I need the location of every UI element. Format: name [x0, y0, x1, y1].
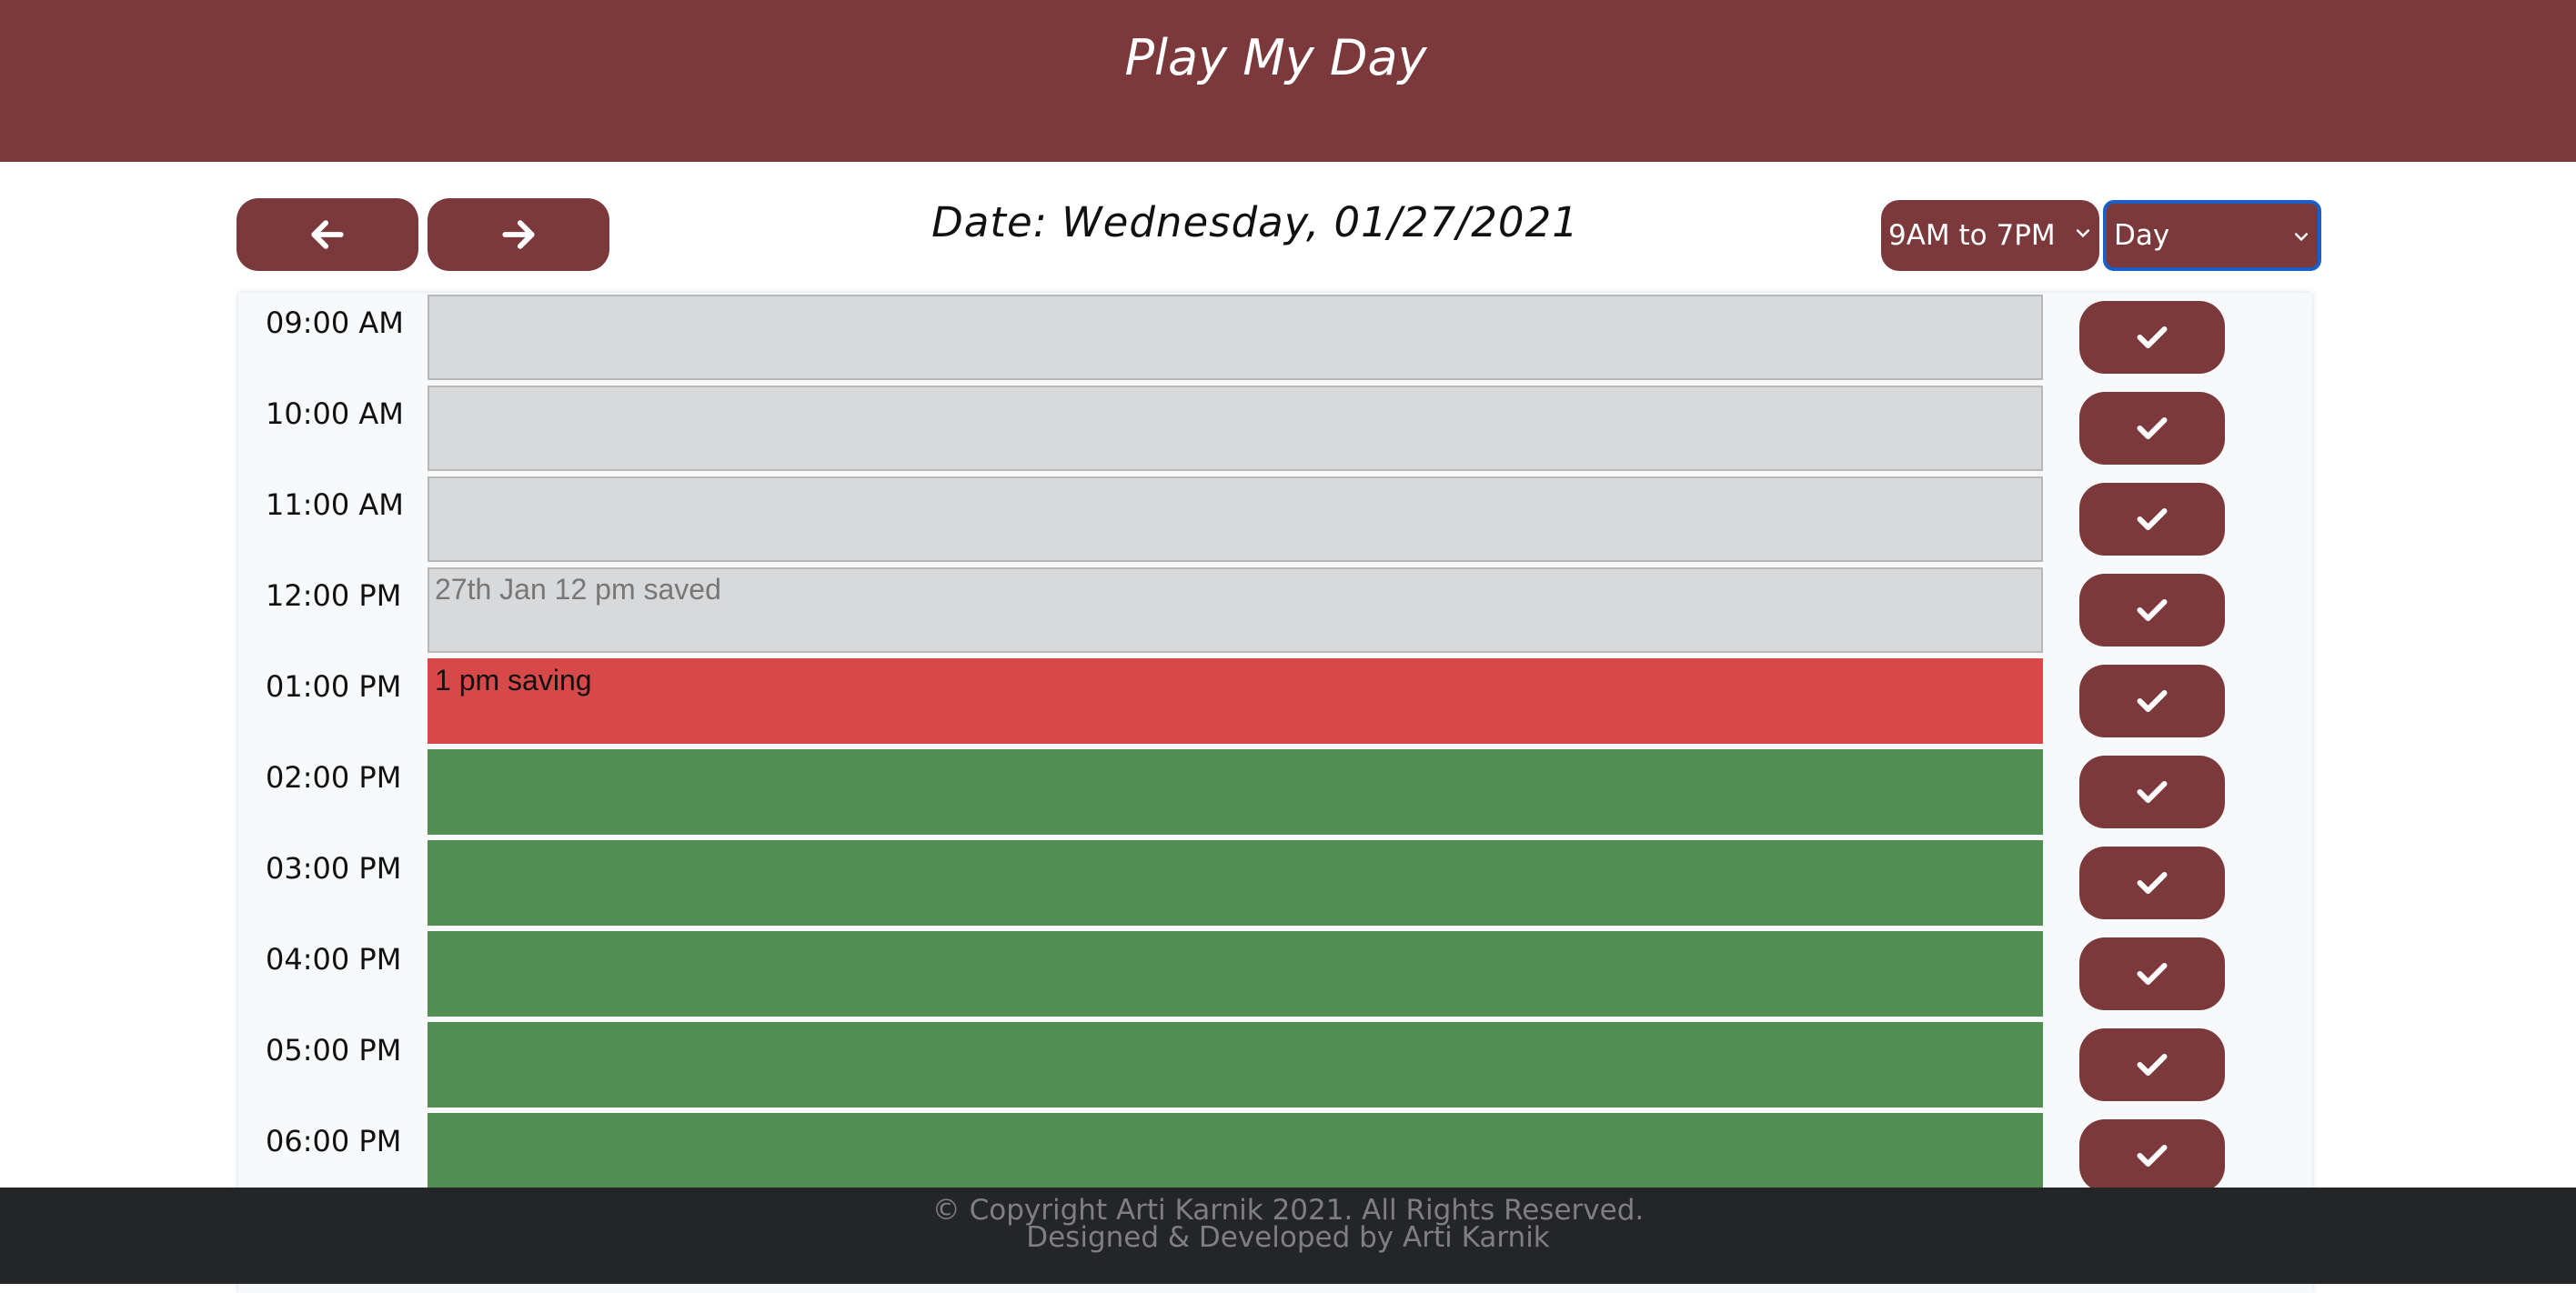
hour-slot-input[interactable]: 1 pm saving — [428, 658, 2043, 744]
save-button[interactable] — [2079, 665, 2225, 737]
hour-label: 06:00 PM — [266, 1124, 402, 1158]
current-date-title: Date: Wednesday, 01/27/2021 — [931, 198, 1579, 246]
hour-label: 01:00 PM — [266, 669, 402, 704]
save-button[interactable] — [2079, 483, 2225, 556]
footer-credit: Designed & Developed by Arti Karnik — [1026, 1221, 1550, 1254]
arrow-left-icon — [311, 220, 344, 249]
check-icon — [2137, 781, 2168, 803]
check-icon — [2137, 963, 2168, 985]
check-icon — [2137, 690, 2168, 712]
check-icon — [2137, 1145, 2168, 1167]
save-button[interactable] — [2079, 937, 2225, 1010]
chevron-down-icon — [2076, 229, 2090, 238]
check-icon — [2137, 599, 2168, 621]
check-icon — [2137, 417, 2168, 439]
hour-label: 12:00 PM — [266, 578, 402, 613]
hour-slot-input[interactable] — [428, 386, 2043, 471]
arrow-right-icon — [502, 220, 535, 249]
view-mode-value: Day — [2114, 219, 2170, 252]
hours-range-select[interactable]: 9AM to 7PM — [1881, 200, 2099, 271]
hour-slot-input[interactable] — [428, 1113, 2043, 1198]
save-button[interactable] — [2079, 847, 2225, 919]
hour-slot-input[interactable] — [428, 931, 2043, 1017]
hour-slot-input[interactable]: 27th Jan 12 pm saved — [428, 567, 2043, 653]
save-button[interactable] — [2079, 756, 2225, 828]
previous-day-button[interactable] — [236, 198, 418, 271]
save-button[interactable] — [2079, 1028, 2225, 1101]
check-icon — [2137, 508, 2168, 530]
app-title: Play My Day — [1124, 29, 1427, 86]
view-mode-select[interactable]: Day — [2103, 200, 2321, 271]
hours-range-value: 9AM to 7PM — [1888, 219, 2056, 252]
save-button[interactable] — [2079, 392, 2225, 465]
hour-label: 04:00 PM — [266, 942, 402, 977]
hour-label: 09:00 AM — [266, 306, 404, 340]
hour-slot-input[interactable] — [428, 840, 2043, 926]
hour-label: 02:00 PM — [266, 760, 402, 795]
hour-label: 05:00 PM — [266, 1033, 402, 1067]
hour-slot-input[interactable] — [428, 476, 2043, 562]
chevron-down-icon — [2294, 233, 2309, 242]
next-day-button[interactable] — [428, 198, 609, 271]
hour-label: 11:00 AM — [266, 487, 404, 522]
footer-copyright: © Copyright Arti Karnik 2021. All Rights… — [931, 1194, 1645, 1227]
hour-slot-input[interactable] — [428, 295, 2043, 380]
check-icon — [2137, 872, 2168, 894]
hour-label: 10:00 AM — [266, 396, 404, 431]
header-bar: Play My Day — [0, 0, 2576, 162]
footer: © Copyright Arti Karnik 2021. All Rights… — [0, 1188, 2576, 1284]
hour-slot-input[interactable] — [428, 1022, 2043, 1108]
save-button[interactable] — [2079, 574, 2225, 646]
hour-label: 03:00 PM — [266, 851, 402, 886]
check-icon — [2137, 326, 2168, 348]
check-icon — [2137, 1054, 2168, 1076]
hour-slot-input[interactable] — [428, 749, 2043, 835]
save-button[interactable] — [2079, 1119, 2225, 1192]
save-button[interactable] — [2079, 301, 2225, 374]
